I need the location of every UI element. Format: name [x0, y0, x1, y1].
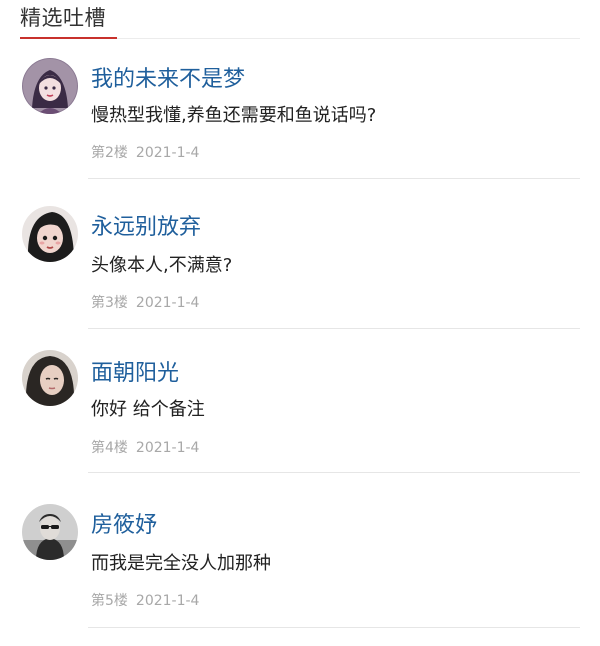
woman-illustration-avatar-icon — [22, 58, 78, 114]
comment-username[interactable]: 我的未来不是梦 — [91, 66, 245, 94]
comment-username[interactable]: 房筱妤 — [91, 512, 157, 540]
avatar[interactable] — [22, 350, 78, 406]
comment-divider — [88, 178, 580, 179]
avatar[interactable] — [22, 504, 78, 560]
floor-number: 第4楼 — [91, 440, 128, 456]
comment-text: 而我是完全没人加那种 — [91, 553, 271, 574]
avatar[interactable] — [22, 206, 78, 262]
comment-meta: 第3楼 2021-1-4 — [91, 294, 199, 312]
comment-divider — [88, 328, 580, 329]
avatar[interactable] — [22, 58, 78, 114]
comment-text: 慢热型我懂,养鱼还需要和鱼说话吗? — [91, 105, 377, 126]
comment-date: 2021-1-4 — [135, 593, 200, 609]
comment-meta: 第5楼 2021-1-4 — [91, 592, 199, 610]
section-header: 精选吐槽 — [20, 0, 580, 39]
comment-date: 2021-1-4 — [135, 295, 200, 311]
comment-divider — [88, 472, 580, 473]
girl-photo-avatar-icon — [22, 350, 78, 406]
floor-number: 第5楼 — [91, 593, 128, 609]
section-title: 精选吐槽 — [20, 6, 106, 30]
comment-text: 你好 给个备注 — [91, 399, 205, 420]
cartoon-girl-avatar-icon — [22, 206, 78, 262]
floor-number: 第2楼 — [91, 145, 128, 161]
comment-meta: 第4楼 2021-1-4 — [91, 439, 199, 457]
monochrome-photo-avatar-icon — [22, 504, 78, 560]
comment-text: 头像本人,不满意? — [91, 255, 233, 276]
floor-number: 第3楼 — [91, 295, 128, 311]
comment-username[interactable]: 面朝阳光 — [91, 360, 179, 388]
comment-meta: 第2楼 2021-1-4 — [91, 144, 199, 162]
section-title-underline — [20, 37, 117, 39]
comment-username[interactable]: 永远别放弃 — [91, 214, 201, 242]
comment-divider — [88, 627, 580, 628]
comment-date: 2021-1-4 — [135, 145, 200, 161]
comment-date: 2021-1-4 — [135, 440, 200, 456]
